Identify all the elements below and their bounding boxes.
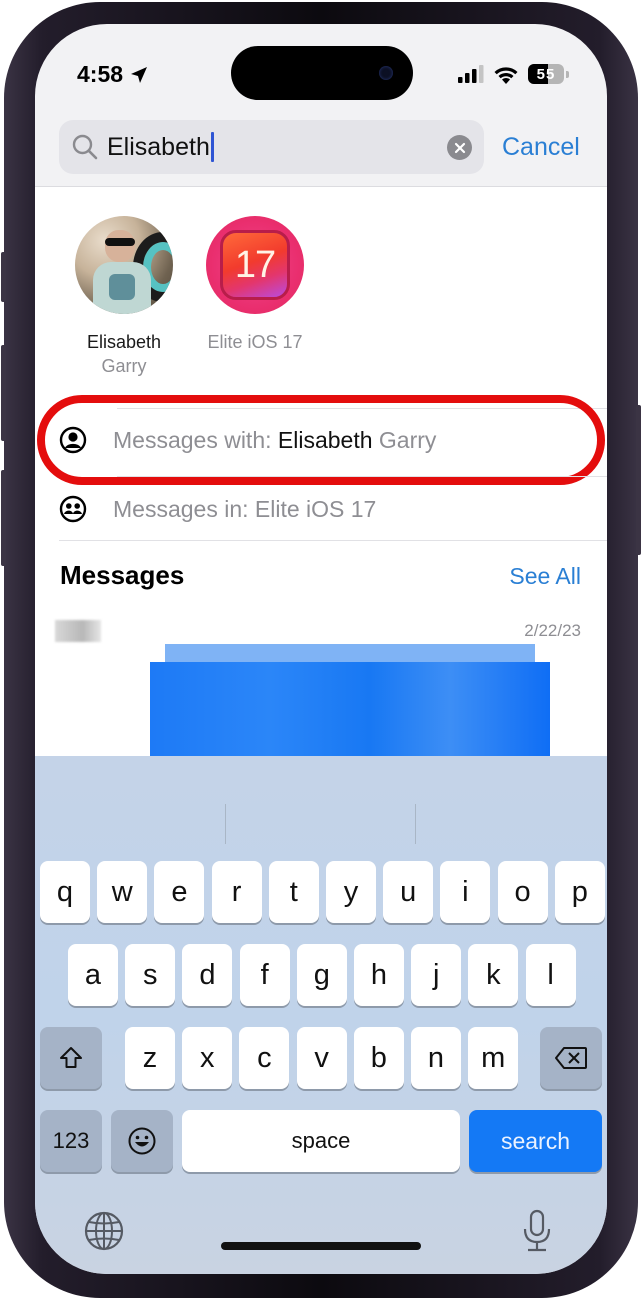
- clear-icon: [454, 142, 465, 153]
- search-key[interactable]: search: [469, 1110, 602, 1172]
- separator: [59, 540, 607, 541]
- key-w[interactable]: w: [97, 861, 148, 923]
- key-s[interactable]: s: [125, 944, 176, 1006]
- key-c[interactable]: c: [239, 1027, 290, 1089]
- message-date: 2/22/23: [524, 621, 581, 640]
- shift-key[interactable]: [40, 1027, 102, 1089]
- emoji-key[interactable]: [111, 1110, 173, 1172]
- annotation-highlight-ring: [37, 395, 605, 485]
- key-y[interactable]: y: [326, 861, 376, 923]
- battery-nub: [566, 70, 569, 78]
- key-r[interactable]: r: [211, 861, 262, 923]
- contact-first-name: Elisabeth: [86, 332, 162, 352]
- key-m[interactable]: m: [468, 1027, 519, 1089]
- key-e[interactable]: e: [154, 861, 205, 923]
- space-key[interactable]: space: [182, 1110, 460, 1172]
- search-divider: [35, 186, 607, 187]
- key-f[interactable]: f: [239, 944, 290, 1006]
- search-query: Elisabeth: [107, 132, 210, 161]
- contact-name: Elite iOS 17: [207, 332, 303, 352]
- group-circle-icon: [59, 495, 87, 523]
- contact-elite-ios-17[interactable]: 17 Elite iOS 17: [195, 216, 315, 354]
- key-n[interactable]: n: [411, 1027, 461, 1089]
- contact-elisabeth-garry[interactable]: Elisabeth Garry: [64, 216, 184, 378]
- home-indicator[interactable]: [221, 1242, 421, 1250]
- key-l[interactable]: l: [525, 944, 576, 1006]
- see-all-button[interactable]: See All: [509, 563, 581, 590]
- keyboard: qwertyuiop asdfghjkl zxcvbnm 123 space s…: [35, 756, 607, 1274]
- key-q[interactable]: q: [40, 861, 90, 923]
- key-a[interactable]: a: [68, 944, 118, 1006]
- prediction-separator: [415, 804, 416, 844]
- separator: [117, 476, 607, 477]
- globe-icon: [84, 1211, 124, 1251]
- status-icons: 55: [458, 64, 569, 84]
- search-input[interactable]: Elisabeth: [59, 120, 484, 174]
- key-k[interactable]: k: [468, 944, 519, 1006]
- status-time: 4:58: [77, 61, 149, 88]
- volume-up-button: [1, 345, 6, 441]
- group-avatar: 17: [206, 216, 304, 314]
- key-o[interactable]: o: [497, 861, 548, 923]
- key-u[interactable]: u: [383, 861, 434, 923]
- key-z[interactable]: z: [125, 1027, 175, 1089]
- message-sender-redacted: [55, 620, 101, 642]
- search-bar: Elisabeth Cancel: [59, 119, 589, 175]
- suggestion-text: Messages in: Elite iOS 17: [113, 495, 377, 522]
- battery-icon: 55: [528, 64, 564, 84]
- key-h[interactable]: h: [354, 944, 404, 1006]
- battery-level: 55: [536, 65, 556, 83]
- avatar: [75, 216, 173, 314]
- key-p[interactable]: p: [554, 861, 605, 923]
- wifi-icon: [494, 66, 518, 84]
- dictation-button[interactable]: [517, 1208, 557, 1254]
- key-v[interactable]: v: [296, 1027, 347, 1089]
- time-label: 4:58: [77, 61, 124, 87]
- key-d[interactable]: d: [182, 944, 233, 1006]
- globe-button[interactable]: [83, 1210, 125, 1252]
- key-g[interactable]: g: [296, 944, 347, 1006]
- text-cursor: [210, 132, 214, 162]
- shift-icon: [60, 1047, 82, 1068]
- messages-section-title: Messages: [60, 560, 185, 590]
- action-button: [1, 252, 6, 302]
- search-query-wrap: Elisabeth: [107, 132, 214, 162]
- numbers-key[interactable]: 123: [40, 1110, 102, 1172]
- contact-last-name: Garry: [101, 356, 147, 376]
- volume-down-button: [1, 470, 6, 566]
- key-i[interactable]: i: [440, 861, 491, 923]
- search-icon: [72, 134, 98, 160]
- clear-search-button[interactable]: [447, 135, 472, 160]
- signal-icon: [458, 65, 484, 83]
- camera-icon: [379, 66, 393, 80]
- delete-key[interactable]: [540, 1027, 602, 1089]
- delete-icon: [555, 1047, 587, 1069]
- location-arrow-icon: [131, 66, 148, 83]
- prediction-separator: [225, 804, 226, 844]
- key-j[interactable]: j: [411, 944, 462, 1006]
- ios17-label: 17: [234, 243, 276, 286]
- screen: 4:58 55 Elisabeth Cancel Elisabeth Garry…: [35, 24, 607, 1274]
- dynamic-island: [231, 46, 413, 100]
- suggestion-messages-in[interactable]: Messages in: Elite iOS 17: [59, 479, 599, 539]
- ios17-icon: 17: [220, 230, 290, 300]
- key-t[interactable]: t: [268, 861, 319, 923]
- key-x[interactable]: x: [182, 1027, 233, 1089]
- power-button: [636, 405, 641, 555]
- emoji-icon: [128, 1127, 156, 1155]
- microphone-icon: [523, 1209, 551, 1252]
- cancel-button[interactable]: Cancel: [502, 133, 580, 162]
- key-b[interactable]: b: [353, 1027, 404, 1089]
